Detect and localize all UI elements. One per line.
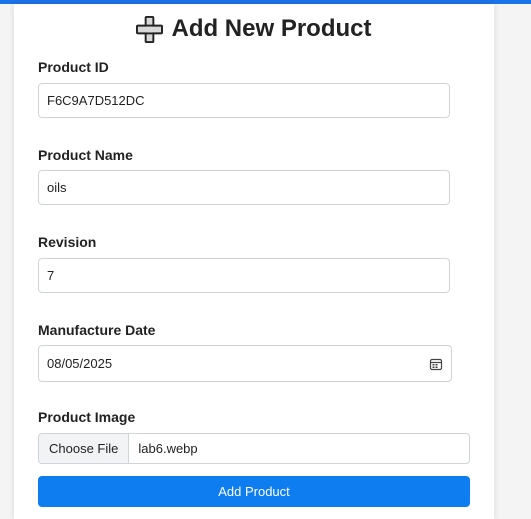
product-image-file-input[interactable]: Choose File lab6.webp bbox=[38, 433, 470, 464]
manufacture-date-input[interactable]: 08/05/2025 bbox=[38, 345, 452, 382]
product-id-label: Product ID bbox=[38, 59, 109, 75]
product-name-label: Product Name bbox=[38, 147, 133, 163]
plus-icon bbox=[136, 15, 164, 43]
page-title: Add New Product bbox=[14, 12, 494, 46]
page-title-text: Add New Product bbox=[171, 15, 372, 42]
revision-input[interactable] bbox=[38, 258, 450, 293]
product-image-label: Product Image bbox=[38, 409, 136, 425]
product-name-input[interactable] bbox=[38, 170, 450, 205]
manufacture-date-label: Manufacture Date bbox=[38, 322, 156, 338]
manufacture-date-value: 08/05/2025 bbox=[47, 356, 113, 371]
choose-file-button[interactable]: Choose File bbox=[39, 434, 130, 463]
add-product-button[interactable]: Add Product bbox=[38, 476, 470, 507]
add-product-card: Add New Product Product ID Product Name … bbox=[14, 4, 494, 519]
selected-file-name: lab6.webp bbox=[138, 441, 198, 456]
revision-label: Revision bbox=[38, 234, 97, 250]
calendar-icon[interactable] bbox=[429, 357, 443, 371]
product-id-input[interactable] bbox=[38, 83, 450, 118]
